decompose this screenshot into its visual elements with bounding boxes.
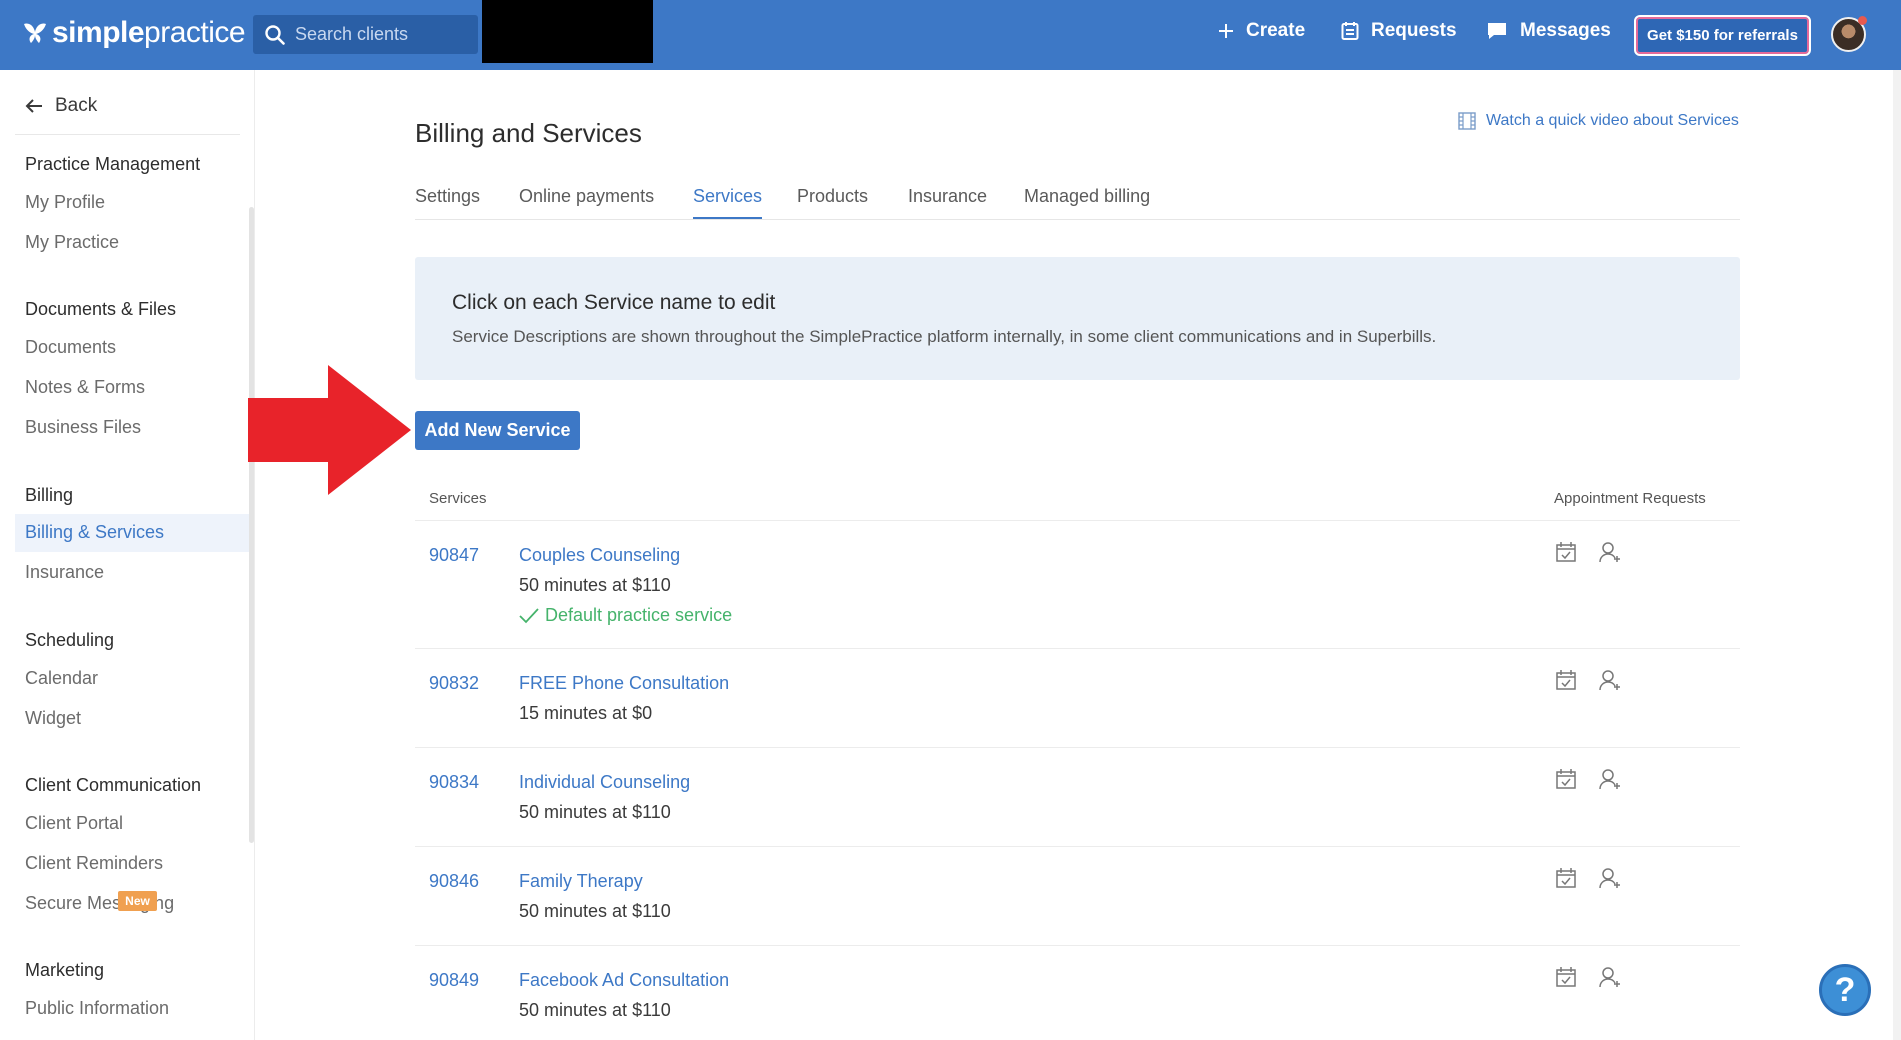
- sidebar-heading-billing: Billing: [25, 485, 74, 505]
- calendar-check-icon[interactable]: [1555, 867, 1577, 889]
- sidebar-item-notes-forms[interactable]: Notes & Forms: [25, 377, 145, 398]
- back-label: Back: [55, 95, 98, 116]
- search-icon: [265, 24, 285, 45]
- checkmark-icon: [519, 607, 539, 623]
- tab-insurance[interactable]: Insurance: [908, 186, 987, 217]
- service-code[interactable]: 90847: [429, 545, 479, 566]
- service-name[interactable]: Couples Counseling: [519, 545, 680, 566]
- sidebar-item-documents[interactable]: Documents: [25, 337, 116, 358]
- service-code[interactable]: 90846: [429, 871, 479, 892]
- info-text: Service Descriptions are shown throughou…: [452, 327, 1437, 346]
- page-title: Billing and Services: [415, 118, 642, 148]
- back-link[interactable]: Back: [25, 95, 97, 117]
- info-banner: Click on each Service name to edit Servi…: [415, 257, 1740, 380]
- service-name[interactable]: Family Therapy: [519, 871, 643, 892]
- requests-button[interactable]: Requests: [1341, 20, 1457, 42]
- info-title: Click on each Service name to edit: [452, 291, 776, 314]
- logo-text-bold: simple: [52, 16, 145, 49]
- sidebar-item-public-information[interactable]: Public Information: [25, 998, 169, 1019]
- service-name[interactable]: FREE Phone Consultation: [519, 673, 729, 694]
- create-label: Create: [1246, 20, 1306, 41]
- tab-online-payments[interactable]: Online payments: [519, 186, 654, 217]
- sidebar-heading-scheduling: Scheduling: [25, 630, 115, 650]
- service-name[interactable]: Individual Counseling: [519, 772, 690, 793]
- default-service-label: Default practice service: [545, 605, 733, 625]
- logo-text-light: practice: [144, 16, 246, 49]
- service-code[interactable]: 90832: [429, 673, 479, 694]
- sidebar-item-my-profile[interactable]: My Profile: [25, 192, 105, 213]
- user-plus-icon[interactable]: [1599, 966, 1623, 988]
- messages-label: Messages: [1520, 20, 1611, 41]
- service-duration: 15 minutes at $0: [519, 703, 653, 723]
- table-row: 90847 Couples Counseling 50 minutes at $…: [415, 521, 1740, 649]
- table-row: 90846 Family Therapy 50 minutes at $110: [415, 847, 1740, 946]
- table-row: 90832 FREE Phone Consultation 15 minutes…: [415, 649, 1740, 748]
- new-badge: New: [118, 891, 157, 911]
- user-plus-icon[interactable]: [1599, 669, 1623, 691]
- simplepractice-logo[interactable]: simple practice: [22, 16, 246, 50]
- plus-icon: [1219, 24, 1233, 38]
- add-new-service-button[interactable]: Add New Service: [415, 411, 580, 450]
- calendar-list-icon: [1341, 22, 1359, 40]
- service-name[interactable]: Facebook Ad Consultation: [519, 970, 729, 991]
- tab-managed-billing[interactable]: Managed billing: [1024, 186, 1150, 217]
- service-duration: 50 minutes at $110: [519, 901, 671, 921]
- sidebar-heading-documents: Documents & Files: [25, 299, 177, 319]
- service-duration: 50 minutes at $110: [519, 575, 671, 595]
- notification-dot: [1858, 16, 1867, 25]
- create-button[interactable]: Create: [1218, 20, 1305, 42]
- sidebar-item-widget[interactable]: Widget: [25, 708, 81, 729]
- referral-button[interactable]: Get $150 for referrals: [1634, 15, 1811, 56]
- requests-label: Requests: [1371, 20, 1457, 41]
- messages-button[interactable]: Messages: [1486, 20, 1611, 42]
- user-plus-icon[interactable]: [1599, 867, 1623, 889]
- sidebar-item-billing-services[interactable]: Billing & Services: [25, 522, 164, 543]
- billing-tabs: Settings Online payments Services Produc…: [415, 186, 1740, 220]
- appointment-requests-column-header: Appointment Requests: [1554, 490, 1706, 507]
- table-row: 90834 Individual Counseling 50 minutes a…: [415, 748, 1740, 847]
- watch-video-label: Watch a quick video about Services: [1486, 112, 1739, 129]
- red-arrow-annotation: [248, 365, 411, 495]
- redacted-area: [482, 0, 653, 63]
- sidebar-heading-client-communication: Client Communication: [25, 775, 202, 795]
- service-duration: 50 minutes at $110: [519, 1000, 671, 1020]
- calendar-check-icon[interactable]: [1555, 669, 1577, 691]
- user-plus-icon[interactable]: [1599, 768, 1623, 790]
- default-service-indicator: Default practice service: [519, 605, 732, 626]
- chat-bubble-icon: [1488, 23, 1506, 39]
- sidebar-item-my-practice[interactable]: My Practice: [25, 232, 119, 253]
- user-plus-icon[interactable]: [1599, 541, 1623, 563]
- calendar-check-icon[interactable]: [1555, 768, 1577, 790]
- calendar-check-icon[interactable]: [1555, 541, 1577, 563]
- search-input[interactable]: [295, 24, 465, 45]
- arrow-left-icon: [25, 99, 42, 113]
- sidebar-item-client-portal[interactable]: Client Portal: [25, 813, 123, 834]
- sidebar-item-client-reminders[interactable]: Client Reminders: [25, 853, 163, 874]
- tab-services[interactable]: Services: [693, 186, 763, 219]
- sidebar-heading-practice-management: Practice Management: [25, 154, 201, 174]
- butterfly-logo-icon: [24, 23, 46, 43]
- service-duration: 50 minutes at $110: [519, 802, 671, 822]
- services-column-header: Services: [429, 490, 487, 507]
- sidebar-item-calendar[interactable]: Calendar: [25, 668, 98, 689]
- sidebar-heading-marketing: Marketing: [25, 960, 105, 980]
- service-code[interactable]: 90834: [429, 772, 479, 793]
- top-navigation-bar: simplepractice Create Requests Messages …: [0, 0, 1901, 70]
- tab-products[interactable]: Products: [797, 186, 868, 217]
- search-box[interactable]: [253, 15, 478, 54]
- tab-settings[interactable]: Settings: [415, 186, 480, 217]
- film-icon: [1458, 112, 1476, 130]
- sidebar-item-business-files[interactable]: Business Files: [25, 417, 141, 438]
- page-scrollbar[interactable]: [1893, 70, 1901, 1040]
- calendar-check-icon[interactable]: [1555, 966, 1577, 988]
- service-code[interactable]: 90849: [429, 970, 479, 991]
- help-button[interactable]: ?: [1819, 964, 1871, 1016]
- sidebar-scrollbar[interactable]: [249, 207, 254, 843]
- sidebar-divider: [15, 134, 240, 135]
- watch-video-link[interactable]: Watch a quick video about Services: [1458, 112, 1739, 130]
- sidebar-item-insurance[interactable]: Insurance: [25, 562, 104, 583]
- table-row: 90849 Facebook Ad Consultation 50 minute…: [415, 946, 1740, 1040]
